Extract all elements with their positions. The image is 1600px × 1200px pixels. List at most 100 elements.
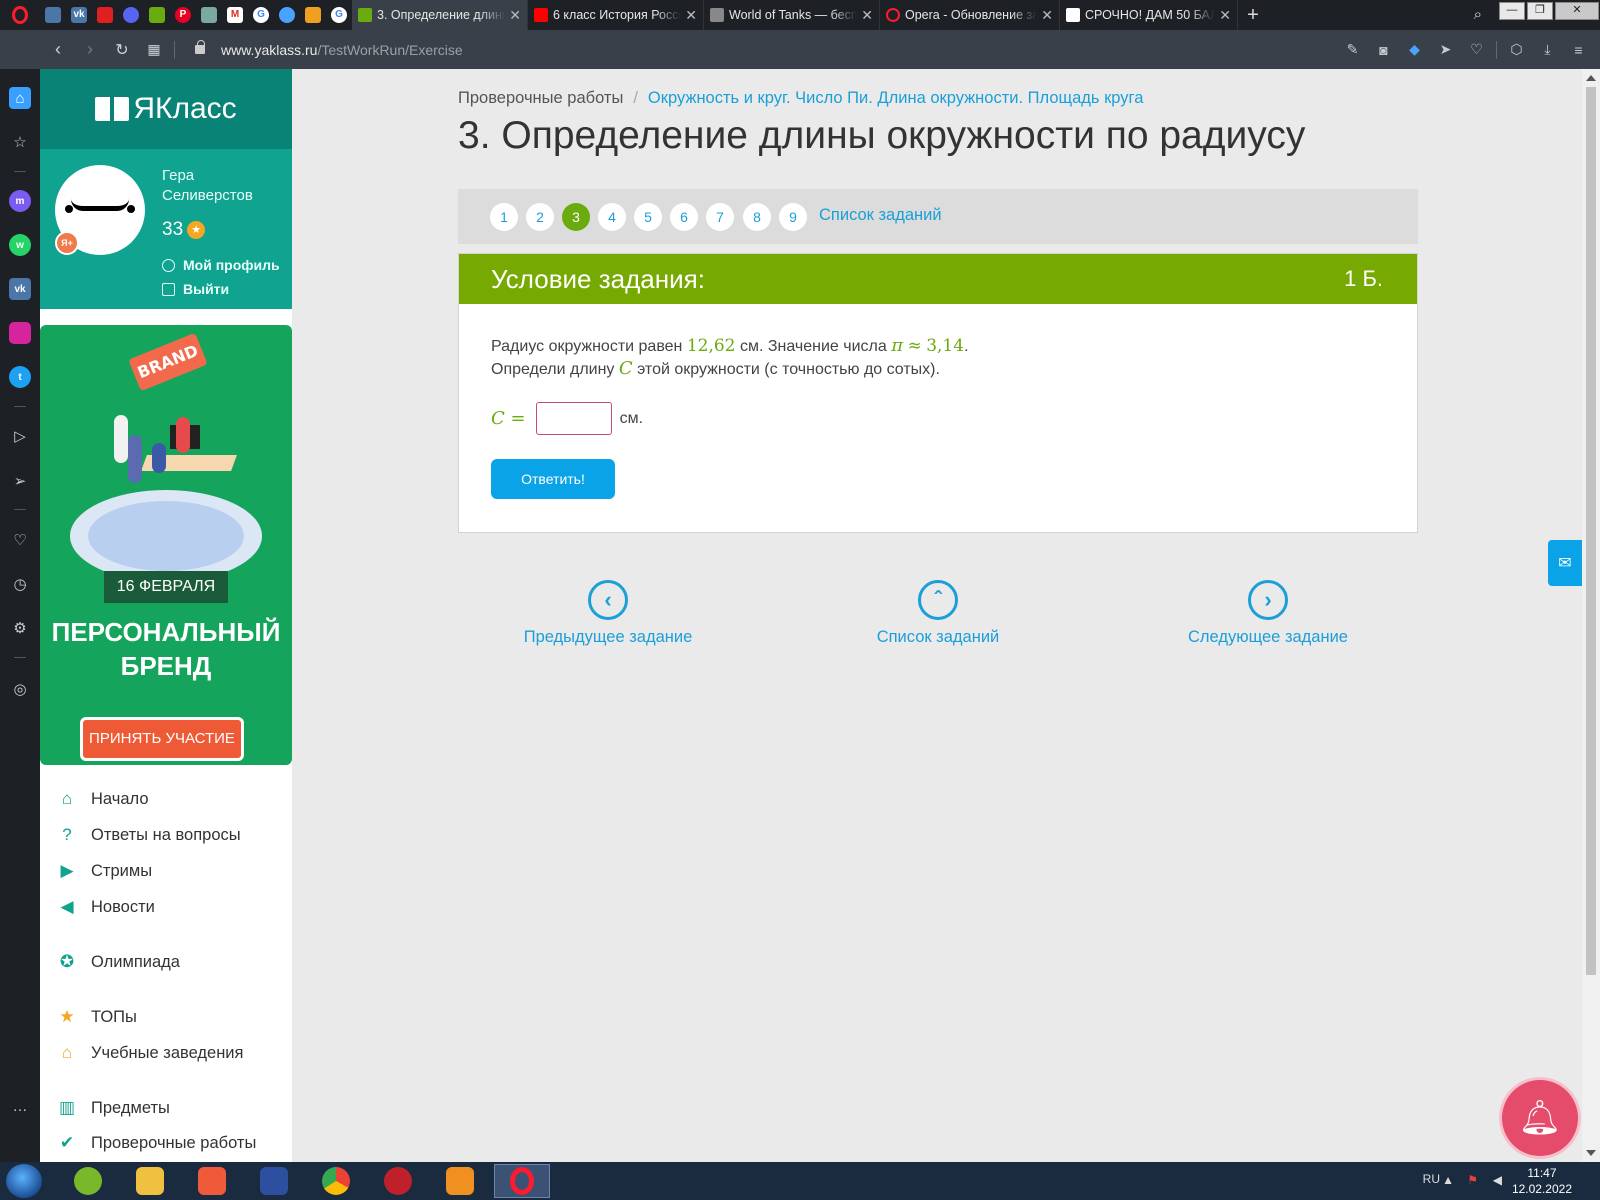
tab-opera-update[interactable]: Opera - Обновление завершено ✕ — [880, 0, 1060, 30]
page-button-3[interactable]: 3 — [562, 203, 590, 231]
send-icon[interactable]: ➤ — [1430, 41, 1461, 58]
page-button-8[interactable]: 8 — [743, 203, 771, 231]
page-button-4[interactable]: 4 — [598, 203, 626, 231]
notification-bell-icon[interactable]: 🔔︎ — [1502, 1080, 1578, 1156]
bookmark-icon[interactable] — [300, 0, 326, 30]
task-list-nav-link[interactable]: ˆ Список заданий — [828, 580, 1048, 647]
pinterest-icon[interactable]: P — [170, 0, 196, 30]
heart-icon[interactable]: ♡ — [9, 529, 31, 551]
start-button-icon[interactable] — [6, 1164, 42, 1198]
close-tab-icon[interactable]: ✕ — [1041, 7, 1053, 24]
minimize-button[interactable]: — — [1499, 2, 1525, 20]
cube-icon[interactable]: ⬡ — [1501, 41, 1532, 58]
forward-icon[interactable]: › — [74, 39, 106, 60]
profile-link[interactable]: Мой профиль — [162, 257, 280, 273]
scroll-up-icon[interactable] — [1586, 75, 1596, 81]
promo-banner[interactable]: BRAND 16 ФЕВРАЛЯ ПЕРСОНАЛЬНЫЙ БРЕНД ПРИН… — [40, 325, 292, 765]
page-button-9[interactable]: 9 — [779, 203, 807, 231]
save-floppy-icon[interactable] — [246, 1164, 302, 1198]
page-button-2[interactable]: 2 — [526, 203, 554, 231]
tray-arrow-icon[interactable]: ▲ — [1442, 1173, 1454, 1187]
ad-cta-button[interactable]: ПРИНЯТЬ УЧАСТИЕ — [80, 717, 244, 761]
submit-answer-button[interactable]: Ответить! — [491, 459, 615, 499]
lock-icon[interactable] — [195, 40, 205, 54]
page-button-1[interactable]: 1 — [490, 203, 518, 231]
page-button-7[interactable]: 7 — [706, 203, 734, 231]
back-icon[interactable]: ‹ — [42, 39, 74, 60]
vpn-shield-icon[interactable]: ◆ — [1399, 41, 1430, 58]
lightbulb-icon[interactable]: ◎ — [9, 678, 31, 700]
bookmarks-star-icon[interactable]: ☆ — [9, 131, 31, 153]
sidebar-item-subjects[interactable]: ▥ Предметы — [40, 1092, 170, 1124]
volume-icon[interactable]: ◀ — [1493, 1173, 1502, 1187]
network-icon[interactable]: ⚑ — [1467, 1173, 1478, 1187]
messenger-icon[interactable]: m — [9, 190, 31, 212]
sidebar-item-schools[interactable]: ⌂ Учебные заведения — [40, 1037, 244, 1069]
vk-apps-icon[interactable] — [40, 0, 66, 30]
translate-icon[interactable] — [274, 0, 300, 30]
language-indicator[interactable]: RU — [1423, 1172, 1440, 1186]
prev-task-link[interactable]: ‹ Предыдущее задание — [498, 580, 718, 647]
feedback-mail-icon[interactable]: ✉ — [1548, 540, 1582, 586]
flow-send-icon[interactable]: ➢ — [9, 470, 31, 492]
user-name[interactable]: Гера Селиверстов — [162, 166, 253, 206]
player-icon[interactable]: ▷ — [9, 425, 31, 447]
opera-menu-icon[interactable] — [0, 0, 40, 30]
settings-gear-icon[interactable]: ⚙ — [9, 617, 31, 639]
more-icon[interactable]: … — [9, 1095, 31, 1117]
tab-history[interactable]: 6 класс История России ✕ — [528, 0, 704, 30]
scroll-down-icon[interactable] — [1586, 1150, 1596, 1156]
close-tab-icon[interactable]: ✕ — [861, 7, 873, 24]
site-logo[interactable]: ЯКласс — [40, 69, 292, 149]
sidebar-item-streams[interactable]: ▶ Стримы — [40, 855, 152, 887]
reload-icon[interactable]: ↻ — [106, 40, 138, 60]
answer-input[interactable] — [535, 402, 612, 435]
app-icon[interactable] — [196, 0, 222, 30]
share-icon[interactable]: ✎ — [1337, 41, 1368, 58]
page-button-6[interactable]: 6 — [670, 203, 698, 231]
utorrent-icon[interactable] — [60, 1164, 116, 1198]
sidebar-item-home[interactable]: ⌂ Начало — [40, 783, 149, 815]
restore-button[interactable]: ❐ — [1527, 2, 1553, 20]
tabs-grid-icon[interactable]: ▦ — [138, 41, 170, 58]
url-field[interactable]: www.yaklass.ru/TestWorkRun/Exercise — [221, 42, 463, 58]
vk-messenger-icon[interactable]: vk — [9, 278, 31, 300]
page-scrollbar[interactable] — [1582, 69, 1600, 1162]
yaklass-icon[interactable] — [144, 0, 170, 30]
scrollbar-thumb[interactable] — [1586, 87, 1596, 975]
close-window-button[interactable]: ✕ — [1555, 2, 1599, 20]
tab-znanija[interactable]: СРОЧНО! ДАМ 50 БАЛЛОВ ✕ — [1060, 0, 1238, 30]
snapshot-icon[interactable]: ◙ — [1368, 42, 1399, 58]
download-icon[interactable]: ⤓ — [1532, 41, 1563, 58]
explorer-folder-icon[interactable] — [122, 1164, 178, 1198]
gmail-icon[interactable]: M — [222, 0, 248, 30]
google-icon-2[interactable]: G — [326, 0, 352, 30]
sidebar-item-answers[interactable]: ? Ответы на вопросы — [40, 819, 240, 851]
vk-icon[interactable]: vk — [66, 0, 92, 30]
sidebar-item-tops[interactable]: ★ ТОПы — [40, 1001, 137, 1033]
tab-active[interactable]: 3. Определение длины окружности по радиу… — [352, 0, 528, 30]
google-icon[interactable]: G — [248, 0, 274, 30]
opera-taskbar-icon[interactable] — [494, 1164, 550, 1198]
speed-dial-home-icon[interactable]: ⌂ — [9, 87, 31, 109]
media-player-icon[interactable] — [432, 1164, 488, 1198]
close-tab-icon[interactable]: ✕ — [685, 7, 697, 24]
red-doc-icon[interactable] — [92, 0, 118, 30]
clock[interactable]: 11:47 12.02.2022 — [1512, 1165, 1572, 1197]
close-tab-icon[interactable]: ✕ — [1219, 7, 1231, 24]
sidebar-item-news[interactable]: ◀ Новости — [40, 891, 154, 923]
tab-search-icon[interactable]: ⌕ — [1474, 6, 1482, 23]
task-list-link[interactable]: Список заданий — [819, 206, 942, 225]
breadcrumb-current[interactable]: Окружность и круг. Число Пи. Длина окруж… — [648, 89, 1143, 107]
close-tab-icon[interactable]: ✕ — [509, 7, 521, 24]
game-app-icon[interactable] — [370, 1164, 426, 1198]
logout-link[interactable]: Выйти — [162, 281, 229, 297]
twitter-icon[interactable]: t — [9, 366, 31, 388]
next-task-link[interactable]: › Следующее задание — [1158, 580, 1378, 647]
page-button-5[interactable]: 5 — [634, 203, 662, 231]
breadcrumb-root[interactable]: Проверочные работы — [458, 89, 623, 107]
tab-world-of-tanks[interactable]: World of Tanks — бесплатная онлайн-игра … — [704, 0, 880, 30]
sidebar-item-tests[interactable]: ✔ Проверочные работы — [40, 1127, 256, 1159]
sidebar-item-olympiad[interactable]: ✪ Олимпиада — [40, 946, 180, 978]
discord-icon[interactable] — [118, 0, 144, 30]
